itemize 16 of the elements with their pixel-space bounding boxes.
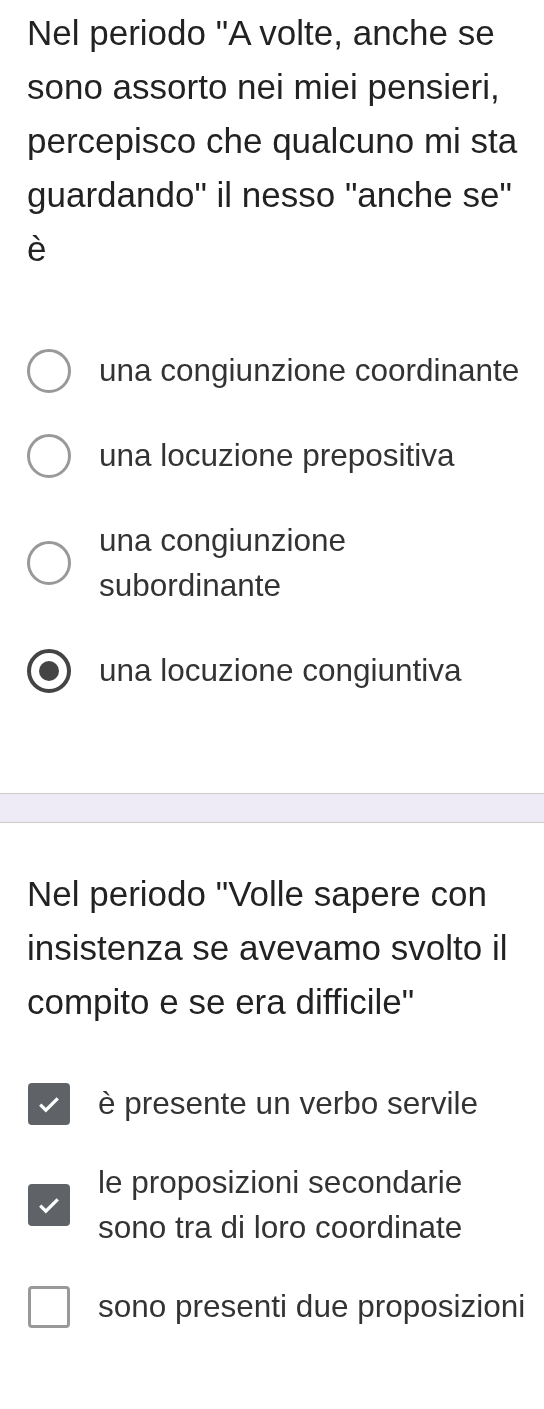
checkbox[interactable] — [28, 1285, 70, 1328]
option-label: una locuzione prepositiva — [99, 436, 456, 475]
option-label: una locuzione congiuntiva — [99, 651, 463, 690]
question-text: Nel periodo "Volle sapere con insistenza se avevamo svolto il compito e se era difficile" — [27, 873, 509, 1023]
option-label: una congiunzione subordinante — [99, 521, 347, 605]
question-text: Nel periodo "A volte, anche se sono assorto nei miei pensieri, percepisco che qualcuno mi sta guardando" il nesso "anche se" è — [27, 12, 519, 270]
option-label: le proposizioni secondarie sono tra di loro coordinate — [98, 1163, 464, 1247]
radio-button[interactable] — [27, 433, 71, 478]
option-label: una congiunzione coordinante — [99, 351, 521, 390]
option-label: è presente un verbo servile — [98, 1084, 479, 1123]
checkbox[interactable] — [28, 1082, 70, 1125]
radio-button[interactable] — [27, 648, 71, 693]
option-label: sono presenti due proposizioni — [98, 1287, 527, 1326]
checkbox[interactable] — [28, 1184, 70, 1226]
radio-button[interactable] — [27, 348, 71, 393]
radio-button[interactable] — [27, 541, 71, 585]
